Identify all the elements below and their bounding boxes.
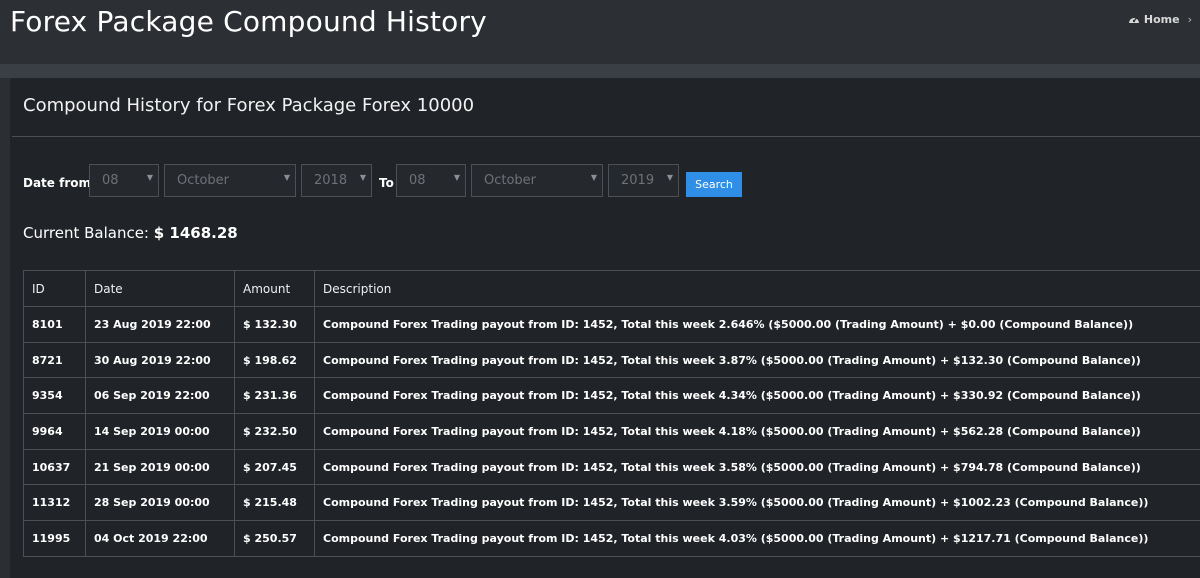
- to-day-value: 08: [409, 173, 426, 188]
- cell-amount: $ 215.48: [234, 484, 315, 522]
- cell-date: 30 Aug 2019 22:00: [85, 341, 235, 379]
- dashboard-gauge-icon: [1128, 17, 1139, 23]
- page-title: Forex Package Compound History: [10, 5, 487, 38]
- cell-amount: $ 231.36: [234, 377, 315, 415]
- table-header-row: ID Date Amount Description: [23, 270, 1200, 307]
- to-month-select[interactable]: October ▼: [471, 164, 603, 197]
- column-header-id: ID: [23, 270, 86, 307]
- date-from-label: Date from: [23, 176, 91, 190]
- cell-date: 21 Sep 2019 00:00: [85, 448, 235, 486]
- cell-amount: $ 250.57: [234, 520, 315, 557]
- from-year-value: 2018: [314, 173, 348, 188]
- cell-id: 11312: [23, 484, 86, 522]
- to-label: To: [379, 176, 394, 190]
- caret-down-icon: ▼: [453, 173, 460, 182]
- cell-amount: $ 132.30: [234, 306, 315, 343]
- cell-description: Compound Forex Trading payout from ID: 1…: [314, 448, 1200, 486]
- from-day-select[interactable]: 08 ▼: [89, 164, 159, 197]
- balance-label: Current Balance:: [23, 224, 149, 242]
- cell-description: Compound Forex Trading payout from ID: 1…: [314, 520, 1200, 557]
- caret-down-icon: ▼: [283, 173, 290, 182]
- column-header-date: Date: [85, 270, 235, 307]
- table-row: 9964 14 Sep 2019 00:00 $ 232.50 Compound…: [23, 413, 1200, 450]
- column-header-amount: Amount: [234, 270, 315, 307]
- compound-history-table: ID Date Amount Description 8101 23 Aug 2…: [23, 270, 1200, 557]
- cell-description: Compound Forex Trading payout from ID: 1…: [314, 413, 1200, 450]
- table-row: 11312 28 Sep 2019 00:00 $ 215.48 Compoun…: [23, 484, 1200, 522]
- cell-date: 23 Aug 2019 22:00: [85, 306, 235, 343]
- cell-date: 14 Sep 2019 00:00: [85, 413, 235, 450]
- cell-id: 11995: [23, 520, 86, 557]
- from-month-select[interactable]: October ▼: [164, 164, 296, 197]
- caret-down-icon: ▼: [146, 173, 153, 182]
- cell-amount: $ 198.62: [234, 341, 315, 379]
- cell-amount: $ 232.50: [234, 413, 315, 450]
- breadcrumb-home-link[interactable]: Home: [1144, 13, 1180, 26]
- cell-id: 8721: [23, 341, 86, 379]
- cell-date: 04 Oct 2019 22:00: [85, 520, 235, 557]
- to-year-select[interactable]: 2019 ▼: [608, 164, 679, 197]
- chevron-right-icon: ›: [1187, 13, 1192, 26]
- header-separator: [0, 64, 1200, 78]
- from-day-value: 08: [102, 173, 119, 188]
- table-row: 11995 04 Oct 2019 22:00 $ 250.57 Compoun…: [23, 520, 1200, 557]
- table-row: 9354 06 Sep 2019 22:00 $ 231.36 Compound…: [23, 377, 1200, 415]
- table-row: 8721 30 Aug 2019 22:00 $ 198.62 Compound…: [23, 341, 1200, 379]
- caret-down-icon: ▼: [359, 173, 366, 182]
- search-button[interactable]: Search: [686, 172, 742, 197]
- cell-id: 10637: [23, 448, 86, 486]
- cell-description: Compound Forex Trading payout from ID: 1…: [314, 484, 1200, 522]
- to-day-select[interactable]: 08 ▼: [396, 164, 466, 197]
- cell-amount: $ 207.45: [234, 448, 315, 486]
- current-balance: Current Balance: $ 1468.28: [23, 224, 238, 242]
- from-year-select[interactable]: 2018 ▼: [301, 164, 372, 197]
- cell-id: 9964: [23, 413, 86, 450]
- cell-id: 9354: [23, 377, 86, 415]
- panel-divider: [12, 136, 1200, 137]
- cell-date: 06 Sep 2019 22:00: [85, 377, 235, 415]
- cell-description: Compound Forex Trading payout from ID: 1…: [314, 341, 1200, 379]
- top-bar: Forex Package Compound History Home ›: [0, 0, 1200, 64]
- table-row: 10637 21 Sep 2019 00:00 $ 207.45 Compoun…: [23, 448, 1200, 486]
- panel-title: Compound History for Forex Package Forex…: [23, 95, 475, 116]
- column-header-description: Description: [314, 270, 1200, 307]
- cell-description: Compound Forex Trading payout from ID: 1…: [314, 306, 1200, 343]
- cell-id: 8101: [23, 306, 86, 343]
- to-month-value: October: [484, 173, 537, 188]
- to-year-value: 2019: [621, 173, 655, 188]
- caret-down-icon: ▼: [666, 173, 673, 182]
- cell-date: 28 Sep 2019 00:00: [85, 484, 235, 522]
- caret-down-icon: ▼: [590, 173, 597, 182]
- cell-description: Compound Forex Trading payout from ID: 1…: [314, 377, 1200, 415]
- breadcrumb: Home ›: [1128, 13, 1192, 26]
- table-row: 8101 23 Aug 2019 22:00 $ 132.30 Compound…: [23, 306, 1200, 343]
- from-month-value: October: [177, 173, 230, 188]
- balance-value: $ 1468.28: [153, 224, 238, 242]
- content-panel: Compound History for Forex Package Forex…: [10, 78, 1200, 578]
